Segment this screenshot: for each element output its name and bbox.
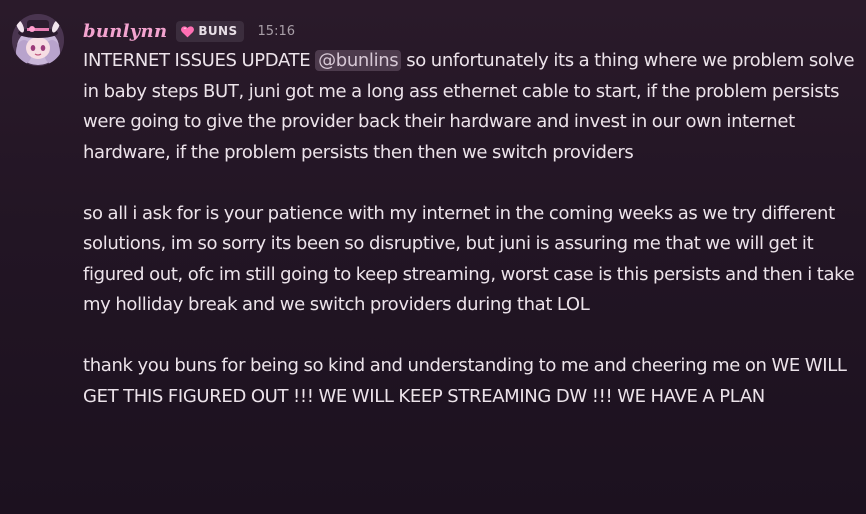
username[interactable]: bunlynn	[83, 21, 167, 42]
avatar-icon	[12, 14, 64, 66]
role-tag[interactable]: BUNS	[176, 20, 244, 42]
message-content: INTERNET ISSUES UPDATE @bunlins so unfor…	[83, 46, 859, 412]
chat-message: bunlynn BUNS 15:16 INTERNET ISSUES UPDAT…	[0, 0, 866, 514]
timestamp[interactable]: 15:16	[258, 24, 295, 39]
pink-heart-icon	[181, 25, 195, 37]
avatar[interactable]	[12, 14, 64, 66]
message-header: bunlynn BUNS 15:16	[83, 16, 295, 46]
role-name: BUNS	[198, 24, 238, 38]
message-paragraph-3: thank you buns for being so kind and und…	[83, 355, 847, 407]
user-mention[interactable]: @bunlins	[315, 50, 402, 71]
paragraph-1-text-start: INTERNET ISSUES UPDATE	[83, 50, 316, 71]
message-paragraph-2: so all i ask for is your patience with m…	[83, 202, 855, 316]
message-paragraph-1: INTERNET ISSUES UPDATE @bunlins so unfor…	[83, 46, 859, 168]
